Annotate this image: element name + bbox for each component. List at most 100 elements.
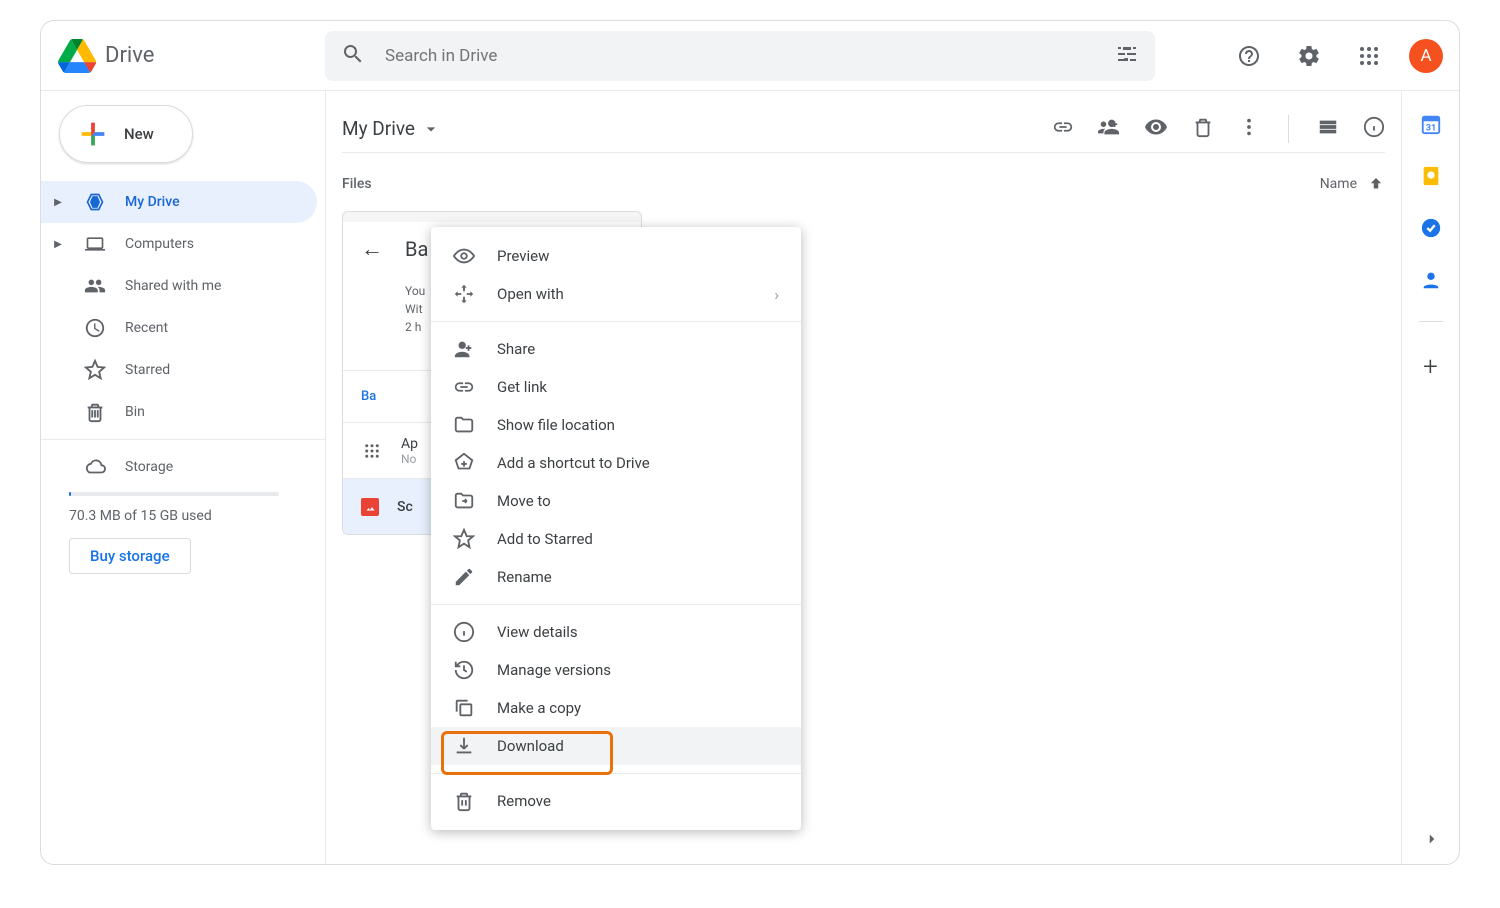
- svg-text:31: 31: [1425, 123, 1436, 133]
- search-input[interactable]: [385, 46, 1095, 66]
- trash-icon[interactable]: [1192, 116, 1214, 142]
- sort-control[interactable]: Name: [1320, 175, 1385, 193]
- sort-label: Name: [1320, 176, 1357, 192]
- ctx-manage-versions[interactable]: Manage versions: [431, 651, 801, 689]
- storage-icon: [83, 455, 107, 479]
- app-window: Drive A New ▶ My Drive: [40, 20, 1460, 865]
- history-icon: [453, 659, 475, 681]
- nav-label: My Drive: [125, 194, 180, 210]
- computers-icon: [83, 232, 107, 256]
- ctx-rename[interactable]: Rename: [431, 558, 801, 596]
- help-icon[interactable]: [1229, 36, 1269, 76]
- pencil-icon: [453, 566, 475, 588]
- separator: [1288, 115, 1289, 143]
- image-icon: [361, 498, 379, 516]
- star-icon: [453, 528, 475, 550]
- nav-my-drive[interactable]: ▶ My Drive: [41, 181, 317, 223]
- settings-icon[interactable]: [1289, 36, 1329, 76]
- new-button-label: New: [124, 125, 154, 143]
- storage-bar: [69, 492, 279, 496]
- folder-icon: [453, 414, 475, 436]
- ctx-make-copy[interactable]: Make a copy: [431, 689, 801, 727]
- more-icon[interactable]: [1238, 116, 1260, 142]
- nav-starred[interactable]: ▶ Starred: [41, 349, 317, 391]
- chevron-down-icon: [421, 119, 441, 139]
- share-icon[interactable]: [1098, 116, 1120, 142]
- nav-label: Storage: [125, 459, 173, 475]
- drive-logo-icon: [57, 36, 97, 76]
- person-add-icon: [453, 338, 475, 360]
- new-button[interactable]: New: [59, 105, 193, 163]
- apps-icon[interactable]: [1349, 36, 1389, 76]
- app-title: Drive: [105, 43, 154, 68]
- expand-icon[interactable]: ▶: [51, 197, 65, 208]
- ctx-divider: [431, 773, 801, 774]
- search-bar[interactable]: [325, 31, 1155, 81]
- nav-bin[interactable]: ▶ Bin: [41, 391, 317, 433]
- chevron-right-icon: ›: [774, 285, 779, 304]
- plus-icon: [76, 117, 110, 151]
- ctx-show-location[interactable]: Show file location: [431, 406, 801, 444]
- buy-storage-button[interactable]: Buy storage: [69, 538, 191, 574]
- files-label: Files: [342, 176, 372, 192]
- preview-icon[interactable]: [1144, 115, 1168, 143]
- link-icon: [453, 376, 475, 398]
- nav-label: Bin: [125, 404, 145, 420]
- add-icon[interactable]: +: [1420, 352, 1442, 374]
- arrow-up-icon: [1367, 175, 1385, 193]
- contacts-icon[interactable]: [1420, 269, 1442, 291]
- info-icon: [453, 621, 475, 643]
- ctx-add-shortcut[interactable]: Add a shortcut to Drive: [431, 444, 801, 482]
- starred-icon: [83, 358, 107, 382]
- nav-label: Computers: [125, 236, 194, 252]
- shared-icon: [83, 274, 107, 298]
- calendar-icon[interactable]: 31: [1420, 113, 1442, 135]
- nav-shared[interactable]: ▶ Shared with me: [41, 265, 317, 307]
- sidebar: New ▶ My Drive ▶ Computers ▶ Shared with…: [41, 91, 325, 864]
- ctx-share[interactable]: Share: [431, 330, 801, 368]
- ctx-divider: [431, 604, 801, 605]
- copy-icon: [453, 697, 475, 719]
- expand-icon[interactable]: ▶: [51, 239, 65, 250]
- eye-icon: [453, 245, 475, 267]
- avatar[interactable]: A: [1409, 39, 1443, 73]
- grid-icon: [361, 440, 383, 462]
- nav-label: Shared with me: [125, 278, 221, 294]
- breadcrumb-label: My Drive: [342, 117, 415, 140]
- logo-area[interactable]: Drive: [57, 36, 325, 76]
- get-link-icon[interactable]: [1052, 116, 1074, 142]
- details-icon[interactable]: [1363, 116, 1385, 142]
- rail-divider: [1419, 321, 1443, 322]
- nav-storage[interactable]: ▶ Storage: [41, 446, 317, 488]
- context-menu: Preview Open with › Share Get link Show …: [431, 227, 801, 830]
- card-statusbar: [343, 212, 641, 222]
- keep-icon[interactable]: [1420, 165, 1442, 187]
- shortcut-icon: [453, 452, 475, 474]
- ctx-divider: [431, 321, 801, 322]
- ctx-download[interactable]: Download: [431, 727, 801, 765]
- nav-label: Recent: [125, 320, 168, 336]
- back-arrow-icon: ←: [361, 236, 383, 262]
- ctx-move-to[interactable]: Move to: [431, 482, 801, 520]
- tasks-icon[interactable]: [1420, 217, 1442, 239]
- files-header: Files Name: [342, 175, 1385, 193]
- breadcrumb[interactable]: My Drive: [342, 117, 441, 140]
- folder-move-icon: [453, 490, 475, 512]
- ctx-view-details[interactable]: View details: [431, 613, 801, 651]
- nav-computers[interactable]: ▶ Computers: [41, 223, 317, 265]
- storage-text: 70.3 MB of 15 GB used: [69, 508, 325, 524]
- ctx-preview[interactable]: Preview: [431, 237, 801, 275]
- ctx-get-link[interactable]: Get link: [431, 368, 801, 406]
- ctx-add-starred[interactable]: Add to Starred: [431, 520, 801, 558]
- ctx-open-with[interactable]: Open with ›: [431, 275, 801, 313]
- search-options-icon[interactable]: [1115, 42, 1139, 70]
- nav-recent[interactable]: ▶ Recent: [41, 307, 317, 349]
- divider: [41, 439, 325, 440]
- content-actions: [1052, 115, 1385, 143]
- search-icon: [341, 42, 365, 70]
- content-header: My Drive: [342, 105, 1385, 153]
- layout-icon[interactable]: [1317, 116, 1339, 142]
- side-panel-toggle-icon[interactable]: [1423, 830, 1441, 852]
- recent-icon: [83, 316, 107, 340]
- ctx-remove[interactable]: Remove: [431, 782, 801, 820]
